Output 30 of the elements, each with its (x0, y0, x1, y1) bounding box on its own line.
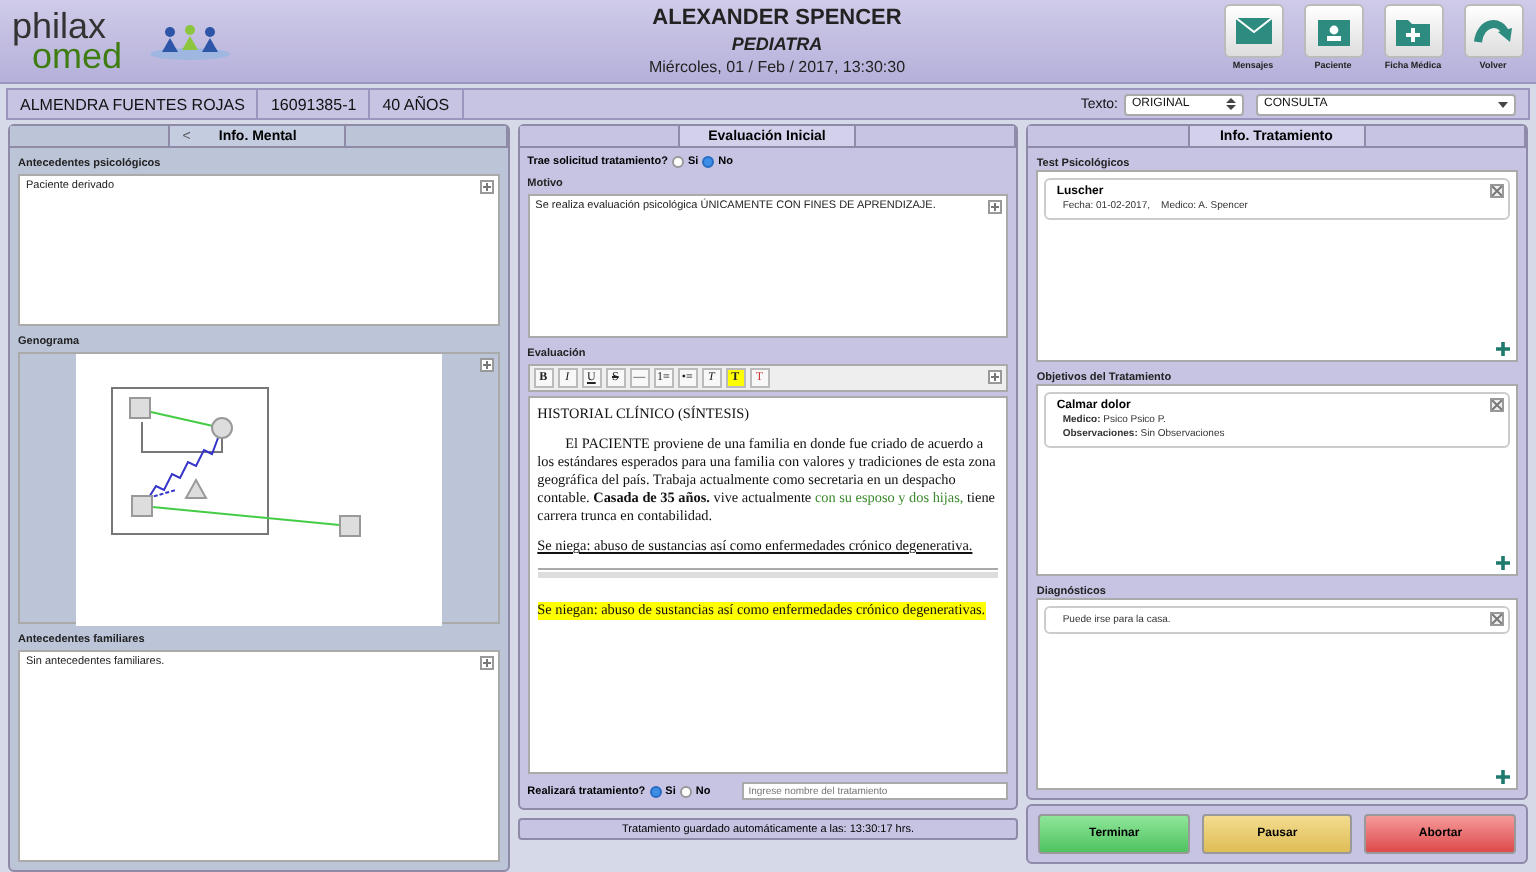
radio-button[interactable] (649, 785, 662, 797)
radio-button[interactable] (679, 785, 692, 797)
add-icon[interactable] (1496, 770, 1511, 784)
folder-plus-icon (1396, 15, 1430, 45)
specialty: PEDIATRA (731, 34, 823, 54)
add-icon[interactable] (1496, 342, 1511, 356)
expand-icon[interactable] (479, 656, 494, 670)
add-icon[interactable] (1496, 556, 1511, 570)
close-icon[interactable] (1490, 184, 1505, 198)
patient-name: ALMENDRA FUENTES ROJAS (8, 90, 259, 118)
curved-arrow-icon (1473, 16, 1513, 44)
patient-id: 16091385-1 (258, 90, 371, 118)
rich-text-editor[interactable] (527, 396, 1009, 774)
patient-age: 40 AÑOS (370, 90, 464, 118)
doctor-name: ALEXANDER SPENCER (652, 6, 902, 30)
expand-icon[interactable] (988, 200, 1003, 214)
radio-button[interactable] (702, 156, 715, 168)
figures-drawing (150, 23, 231, 59)
spinner-arrows-icon (1226, 98, 1236, 110)
date-time: Miércoles, 01 / Feb / 2017, 13:30:30 (648, 58, 906, 76)
envelope-icon (1235, 17, 1271, 43)
radio-button[interactable] (671, 156, 684, 168)
expand-icon[interactable] (988, 370, 1003, 384)
close-icon[interactable] (1490, 398, 1505, 412)
expand-icon[interactable] (479, 180, 494, 194)
close-icon[interactable] (1490, 612, 1505, 626)
dropdown-caret-icon (1498, 98, 1508, 110)
expand-icon[interactable] (479, 358, 494, 372)
logo: philax omed (12, 11, 123, 71)
id-card-icon (1317, 15, 1349, 45)
